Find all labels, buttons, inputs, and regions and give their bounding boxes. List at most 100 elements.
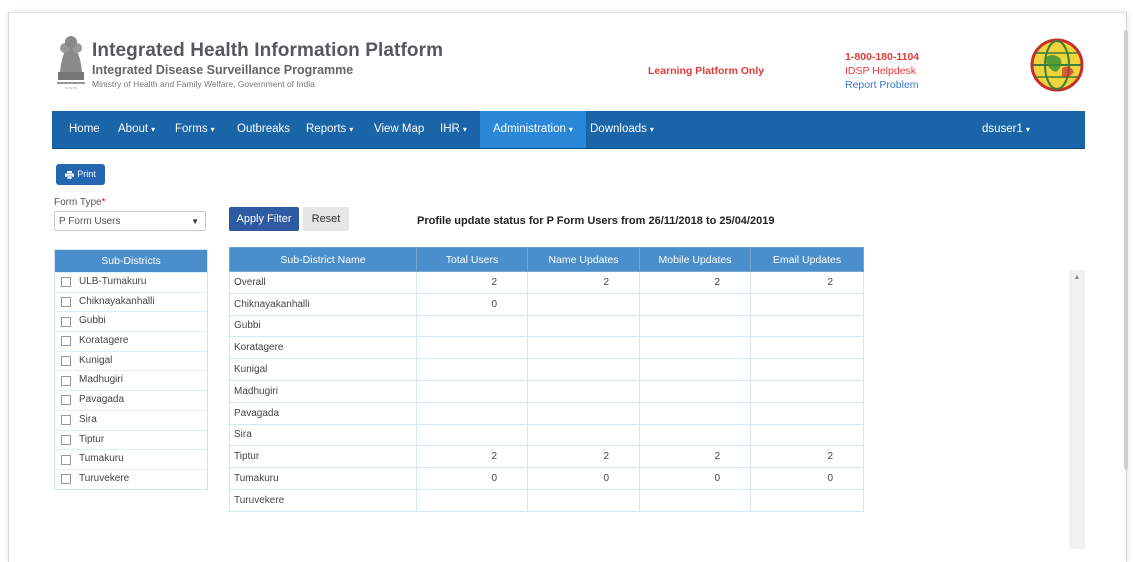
table-scrollbar[interactable]: ▲ — [1069, 270, 1085, 549]
subdistrict-label: Kunigal — [79, 354, 113, 366]
cell-value: 2 — [639, 445, 751, 469]
helpline-number: 1-800-180-1104 — [845, 51, 920, 63]
subdistrict-item[interactable]: Kunigal — [55, 350, 207, 371]
subdistrict-checkbox[interactable] — [61, 336, 71, 347]
subdistrict-item[interactable]: ULB-Tumakuru — [55, 272, 207, 292]
table-row: Turuvekere — [229, 488, 864, 512]
cell-sub-district-name: Overall — [229, 271, 417, 294]
column-header-name-updates[interactable]: Name Updates — [527, 247, 640, 272]
print-button[interactable]: Print — [56, 164, 105, 185]
cell-value — [416, 314, 528, 338]
subdistrict-item[interactable]: Pavagada — [55, 390, 207, 410]
programme-subtitle: Integrated Disease Surveillance Programm… — [92, 63, 354, 77]
column-header-email-updates[interactable]: Email Updates — [750, 247, 864, 272]
caret-down-icon: ▾ — [151, 125, 156, 134]
nav-ihr[interactable]: IHR ▾ — [440, 111, 467, 148]
nav-home[interactable]: Home — [69, 111, 100, 148]
nav-user-menu[interactable]: dsuser1 ▾ — [982, 111, 1030, 148]
table-row: Pavagada — [229, 401, 864, 425]
nav-administration[interactable]: Administration ▾ — [480, 111, 586, 148]
cell-sub-district-name: Pavagada — [229, 401, 417, 425]
apply-filter-button[interactable]: Apply Filter — [229, 207, 299, 231]
cell-value — [750, 488, 864, 512]
cell-value — [750, 314, 864, 338]
subdistrict-label: Koratagere — [79, 335, 129, 347]
nav-about[interactable]: About ▾ — [118, 111, 155, 148]
reset-button[interactable]: Reset — [303, 207, 349, 231]
cell-value — [416, 423, 528, 447]
subdistrict-checkbox[interactable] — [61, 277, 71, 288]
form-type-select[interactable]: P Form Users ▼ — [54, 211, 206, 231]
subdistrict-label: Tumakuru — [79, 453, 124, 465]
caret-down-icon: ▾ — [1025, 125, 1030, 134]
column-header-sub-district[interactable]: Sub-District Name — [229, 247, 417, 272]
caret-down-icon: ▾ — [462, 125, 467, 134]
caret-down-icon: ▾ — [210, 125, 215, 134]
cell-value: 0 — [416, 467, 528, 490]
subdistrict-item[interactable]: Madhugiri — [55, 370, 207, 390]
subdistrict-label: ULB-Tumakuru — [79, 276, 147, 287]
table-row: Madhugiri — [229, 379, 864, 403]
national-emblem-icon: ~~~ — [57, 36, 85, 92]
cell-value: 2 — [750, 445, 864, 469]
printer-icon — [65, 171, 75, 180]
subdistrict-checkbox[interactable] — [61, 474, 71, 485]
cell-value — [416, 379, 528, 403]
nav-reports[interactable]: Reports ▾ — [306, 111, 353, 148]
report-title: Profile update status for P Form Users f… — [417, 215, 775, 227]
nav-downloads-label: Downloads — [590, 123, 647, 135]
helpdesk-label: IDSP Helpdesk — [845, 65, 917, 77]
nav-forms[interactable]: Forms ▾ — [175, 111, 215, 148]
nav-outbreaks[interactable]: Outbreaks — [237, 111, 290, 148]
subdistrict-checkbox[interactable] — [61, 415, 71, 426]
cell-value — [416, 358, 528, 381]
subdistrict-label: Madhugiri — [79, 374, 123, 386]
column-header-mobile-updates[interactable]: Mobile Updates — [639, 247, 751, 272]
caret-down-icon: ▾ — [349, 125, 354, 134]
cell-value — [527, 314, 640, 338]
subdistrict-checkbox[interactable] — [61, 454, 71, 465]
subdistrict-checkbox[interactable] — [61, 375, 71, 386]
caret-down-icon: ▾ — [568, 125, 573, 134]
subdistrict-checkbox[interactable] — [61, 316, 71, 327]
subdistrict-checkbox[interactable] — [61, 356, 71, 367]
nav-reports-label: Reports — [306, 123, 347, 135]
cell-value: 0 — [416, 292, 528, 316]
subdistrict-checkbox[interactable] — [61, 297, 71, 308]
learning-platform-notice: Learning Platform Only — [648, 65, 765, 77]
cell-sub-district-name: Koratagere — [229, 336, 417, 360]
table-row: Gubbi — [229, 314, 864, 338]
report-problem-link[interactable]: Report Problem — [845, 79, 919, 91]
subdistrict-item[interactable]: Gubbi — [55, 311, 207, 331]
scroll-up-arrow-icon[interactable]: ▲ — [1069, 274, 1085, 281]
nav-view-map[interactable]: View Map — [374, 111, 424, 148]
subdistrict-checkbox[interactable] — [61, 395, 71, 406]
cell-value: 0 — [639, 467, 751, 490]
table-row: Tumakuru 0 0 0 0 — [229, 467, 864, 490]
page-scrollbar[interactable] — [1124, 30, 1128, 470]
cell-value — [639, 401, 751, 425]
form-type-label-text: Form Type — [54, 197, 102, 208]
cell-value — [750, 336, 864, 360]
nav-about-label: About — [118, 123, 149, 135]
cell-value — [527, 401, 640, 425]
select-arrow-icon: ▼ — [191, 217, 199, 226]
table-row: Chiknayakanhalli 0 — [229, 292, 864, 316]
nav-ihr-label: IHR — [440, 123, 460, 135]
subdistrict-label: Gubbi — [79, 315, 106, 327]
column-header-total-users[interactable]: Total Users — [416, 247, 528, 272]
caret-down-icon: ▾ — [649, 125, 654, 134]
subdistrict-item[interactable]: Turuvekere — [55, 468, 207, 489]
subdistrict-item[interactable]: Tumakuru — [55, 449, 207, 469]
subdistrict-item[interactable]: Tiptur — [55, 429, 207, 450]
subdistrict-item[interactable]: Chiknayakanhalli — [55, 291, 207, 312]
cell-value — [527, 292, 640, 316]
nav-downloads[interactable]: Downloads ▾ — [590, 111, 654, 148]
subdistrict-item[interactable]: Sira — [55, 409, 207, 430]
cell-value — [750, 379, 864, 403]
subdistrict-checkbox[interactable] — [61, 434, 71, 445]
cell-value — [527, 358, 640, 381]
subdistrict-item[interactable]: Koratagere — [55, 331, 207, 351]
print-label: Print — [77, 169, 96, 179]
required-marker: * — [101, 197, 106, 208]
